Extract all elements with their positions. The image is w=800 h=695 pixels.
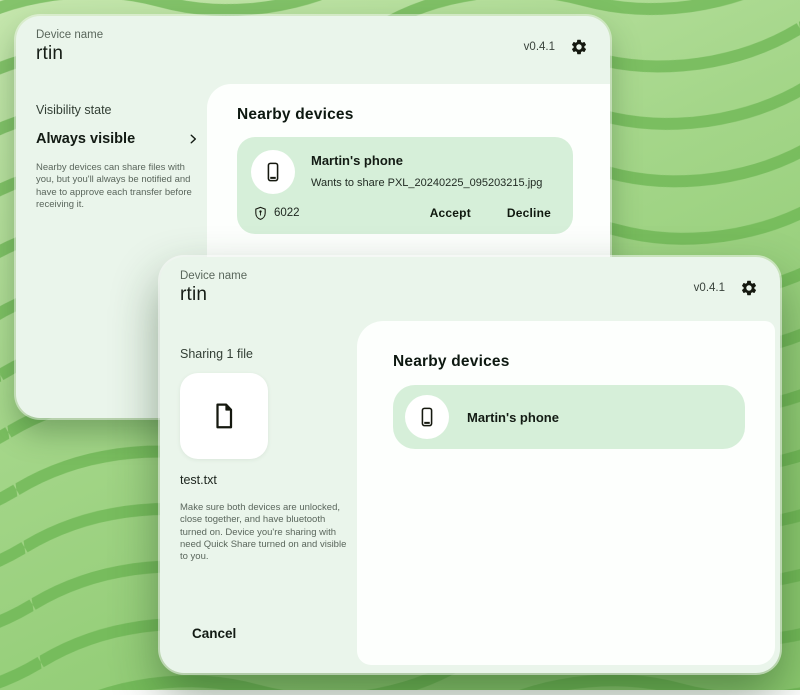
pin-code-value: 6022 bbox=[274, 207, 300, 219]
chevron-right-icon bbox=[186, 132, 200, 146]
pin-code: 6022 bbox=[253, 206, 300, 221]
nearby-device-item[interactable]: Martin's phone bbox=[393, 385, 745, 449]
settings-gear-icon[interactable] bbox=[740, 279, 758, 297]
device-name: Martin's phone bbox=[311, 153, 542, 168]
decline-button[interactable]: Decline bbox=[499, 202, 559, 224]
version-label: v0.4.1 bbox=[694, 282, 725, 294]
sharing-sidebar: Sharing 1 file test.txt Make sure both d… bbox=[180, 347, 350, 564]
nearby-devices-panel: Nearby devices Martin's phone bbox=[357, 321, 775, 665]
shield-key-icon bbox=[253, 206, 268, 221]
version-label: v0.4.1 bbox=[524, 41, 555, 53]
device-avatar bbox=[251, 150, 295, 194]
settings-gear-icon[interactable] bbox=[570, 38, 588, 56]
device-name: Martin's phone bbox=[467, 410, 559, 425]
device-avatar bbox=[405, 395, 449, 439]
device-name-value: rtin bbox=[180, 284, 247, 306]
nearby-devices-heading: Nearby devices bbox=[237, 106, 610, 124]
file-preview-tile bbox=[180, 373, 268, 459]
visibility-description: Nearby devices can share files with you,… bbox=[36, 162, 204, 211]
share-request-text: Wants to share PXL_20240225_095203215.jp… bbox=[311, 177, 542, 189]
file-name: test.txt bbox=[180, 473, 350, 487]
sharing-instructions: Make sure both devices are unlocked, clo… bbox=[180, 502, 348, 564]
smartphone-icon bbox=[416, 406, 438, 428]
smartphone-icon bbox=[262, 161, 284, 183]
visibility-value: Always visible bbox=[36, 131, 135, 147]
nearby-devices-heading: Nearby devices bbox=[393, 353, 775, 371]
device-name-label: Device name bbox=[180, 270, 247, 282]
visibility-sidebar: Visibility state Always visible Nearby d… bbox=[36, 103, 206, 211]
document-icon bbox=[209, 401, 239, 431]
cancel-button[interactable]: Cancel bbox=[184, 620, 244, 647]
visibility-state-label: Visibility state bbox=[36, 103, 206, 117]
send-window: Device name rtin v0.4.1 Sharing 1 file t… bbox=[160, 257, 780, 673]
incoming-share-card: Martin's phone Wants to share PXL_202402… bbox=[237, 137, 573, 234]
sharing-status-label: Sharing 1 file bbox=[180, 347, 350, 361]
accept-button[interactable]: Accept bbox=[422, 202, 479, 224]
device-name-label: Device name bbox=[36, 29, 103, 41]
visibility-selector[interactable]: Always visible bbox=[36, 131, 200, 147]
device-name-value: rtin bbox=[36, 43, 103, 65]
